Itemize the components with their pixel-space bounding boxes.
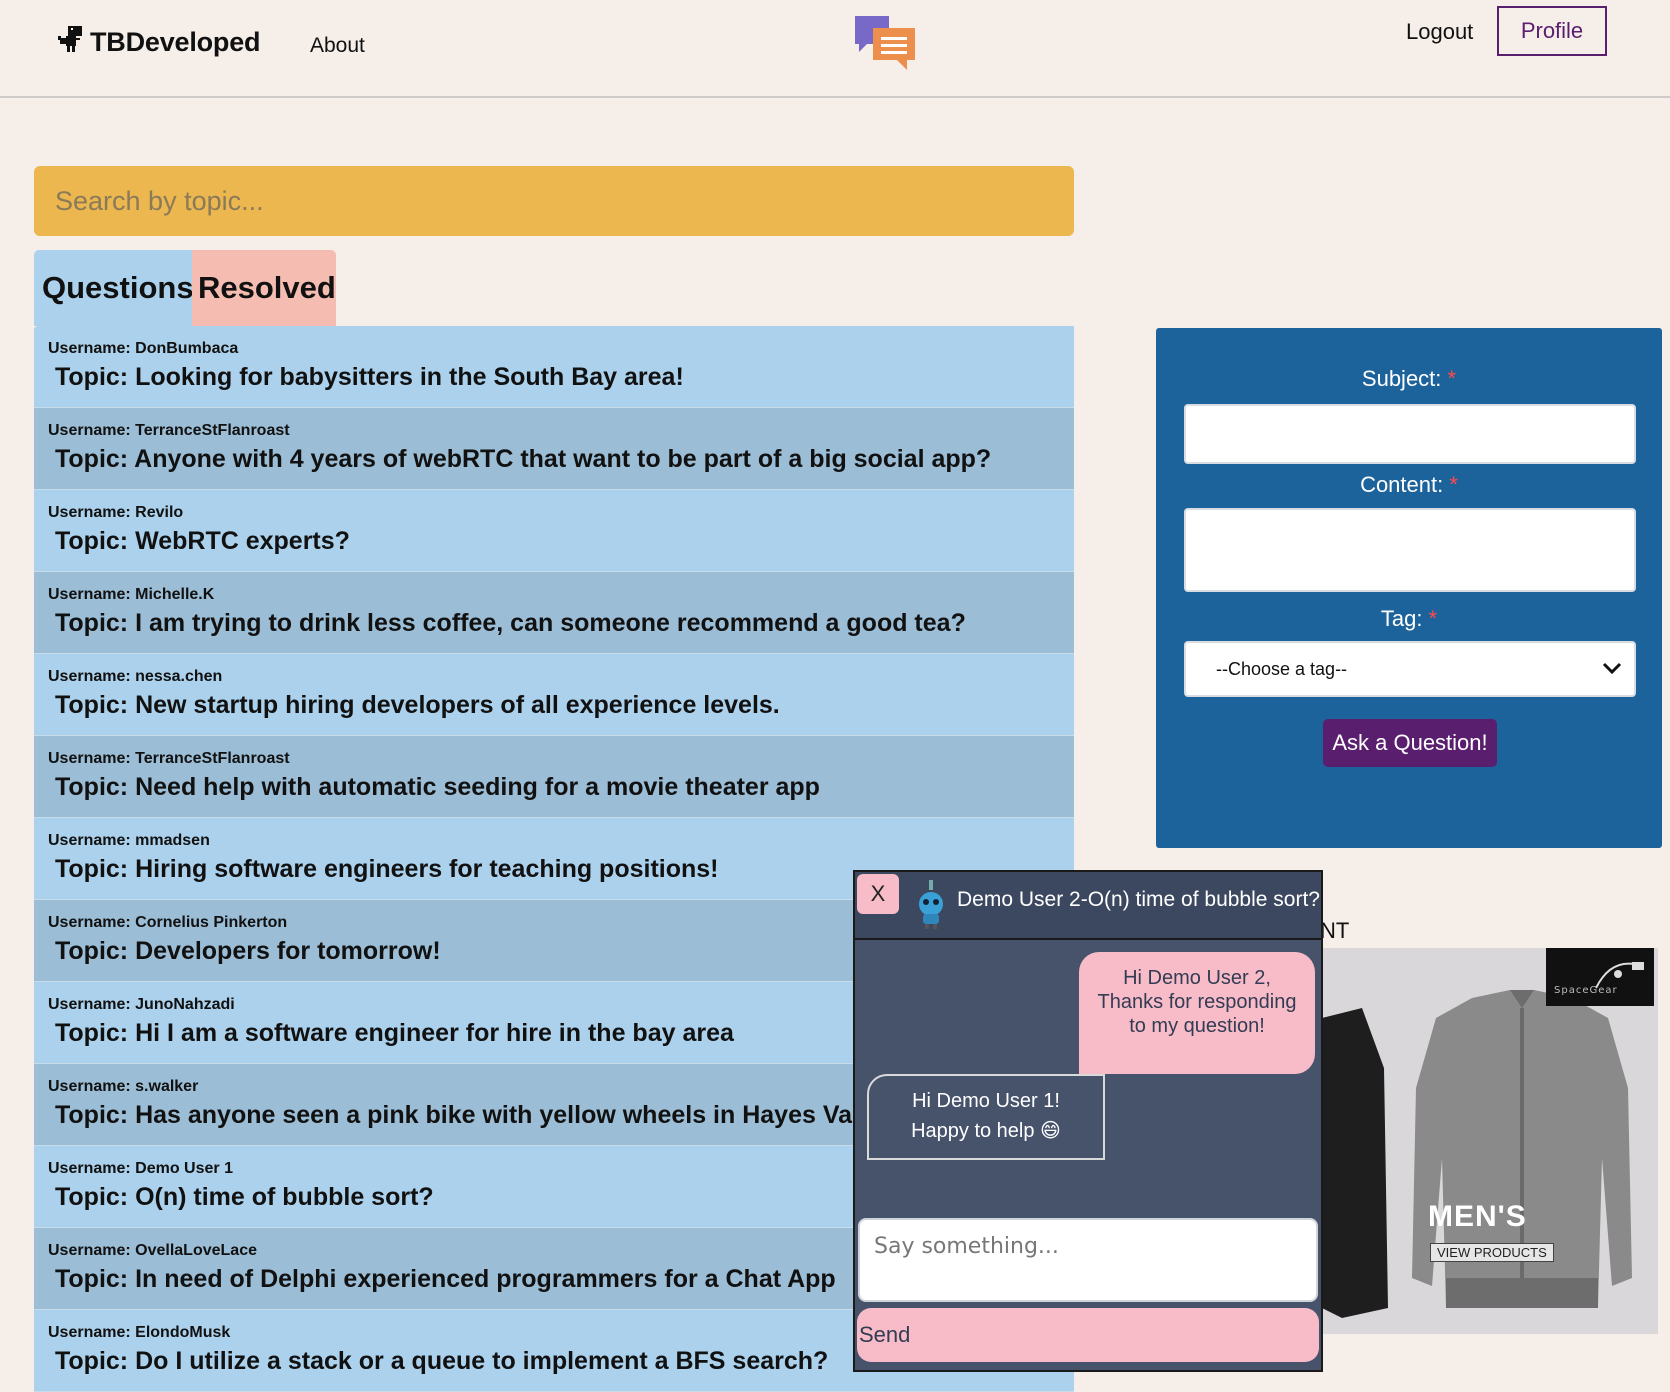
robot-avatar-icon bbox=[915, 880, 947, 935]
view-products-button[interactable]: VIEW PRODUCTS bbox=[1430, 1243, 1554, 1262]
profile-button[interactable]: Profile bbox=[1497, 6, 1607, 56]
tab-questions[interactable]: Questions bbox=[34, 250, 194, 326]
question-item[interactable]: Username: TerranceStFlanroast Topic: Any… bbox=[34, 408, 1074, 490]
ad-title: NT bbox=[1320, 918, 1350, 943]
chat-header: X Demo User 2-O(n) time of bubble sort? bbox=[855, 872, 1321, 940]
chat-bubbles-icon bbox=[853, 14, 917, 79]
brand-name: TBDeveloped bbox=[90, 27, 261, 57]
message-line: Happy to help 😄 bbox=[911, 1120, 1061, 1142]
question-topic: Topic: Looking for babysitters in the So… bbox=[55, 363, 684, 391]
question-item[interactable]: Username: Revilo Topic: WebRTC experts? bbox=[34, 490, 1074, 572]
spacegear-logo: SpaceGear bbox=[1546, 948, 1654, 1006]
ad-headline: MEN'S bbox=[1428, 1200, 1527, 1233]
question-username: Username: Revilo bbox=[48, 504, 184, 521]
subject-input[interactable] bbox=[1184, 404, 1636, 464]
search-placeholder: Search by topic... bbox=[55, 185, 264, 216]
question-topic: Topic: New startup hiring developers of … bbox=[55, 691, 780, 719]
subject-label-text: Subject: bbox=[1361, 366, 1442, 391]
question-username: Username: TerranceStFlanroast bbox=[48, 750, 290, 767]
logout-link[interactable]: Logout bbox=[1406, 19, 1473, 45]
tag-select-value: --Choose a tag-- bbox=[1216, 658, 1348, 679]
chat-message-sent: Hi Demo User 2, Thanks for responding to… bbox=[1079, 952, 1315, 1074]
chat-send-button[interactable]: Send bbox=[857, 1308, 1319, 1362]
chat-message-input[interactable]: Say something... bbox=[858, 1218, 1318, 1302]
question-item[interactable]: Username: nessa.chen Topic: New startup … bbox=[34, 654, 1074, 736]
tag-label: Tag: * bbox=[1156, 606, 1662, 632]
topic-search-input[interactable]: Search by topic... bbox=[34, 166, 1074, 236]
question-topic: Topic: WebRTC experts? bbox=[55, 527, 350, 555]
top-navbar: TBDeveloped About Logout Profile bbox=[0, 0, 1670, 98]
chat-title: Demo User 2-O(n) time of bubble sort? bbox=[957, 888, 1320, 911]
required-mark: * bbox=[1447, 366, 1457, 391]
chat-message-received: Hi Demo User 1! Happy to help 😄 bbox=[867, 1074, 1105, 1160]
content-textarea[interactable] bbox=[1184, 508, 1636, 592]
ask-question-form: Subject: * Content: * Tag: * --Choose a … bbox=[1156, 328, 1662, 848]
nav-about[interactable]: About bbox=[310, 34, 365, 58]
question-username: Username: TerranceStFlanroast bbox=[48, 422, 290, 439]
chevron-down-icon bbox=[1602, 659, 1622, 680]
question-topic: Topic: I am trying to drink less coffee,… bbox=[55, 609, 966, 637]
question-tabs: Questions Resolved bbox=[34, 250, 336, 326]
ad-brand: SpaceGear bbox=[1554, 985, 1618, 996]
required-mark: * bbox=[1449, 472, 1458, 497]
question-topic: Topic: Need help with automatic seeding … bbox=[55, 773, 820, 801]
content-label: Content: * bbox=[1156, 472, 1662, 498]
content-label-text: Content: bbox=[1360, 472, 1444, 497]
question-item[interactable]: Username: DonBumbaca Topic: Looking for … bbox=[34, 326, 1074, 408]
question-item[interactable]: Username: Michelle.K Topic: I am trying … bbox=[34, 572, 1074, 654]
question-username: Username: mmadsen bbox=[48, 832, 210, 849]
chat-window: X Demo User 2-O(n) time of bubble sort? … bbox=[853, 870, 1323, 1372]
ask-question-button[interactable]: Ask a Question! bbox=[1323, 719, 1497, 767]
dino-icon bbox=[58, 26, 84, 59]
question-username: Username: Michelle.K bbox=[48, 586, 215, 603]
question-username: Username: DonBumbaca bbox=[48, 340, 239, 357]
ad-banner[interactable]: SpaceGear MEN'S VIEW PRODUCTS bbox=[1322, 948, 1658, 1334]
tab-resolved[interactable]: Resolved bbox=[192, 250, 336, 326]
message-line: Hi Demo User 1! bbox=[912, 1090, 1060, 1112]
chat-close-button[interactable]: X bbox=[857, 874, 899, 914]
chat-input-placeholder: Say something... bbox=[874, 1234, 1059, 1259]
question-username: Username: nessa.chen bbox=[48, 668, 223, 685]
tag-label-text: Tag: bbox=[1380, 606, 1423, 631]
subject-label: Subject: * bbox=[1156, 366, 1662, 392]
question-item[interactable]: Username: TerranceStFlanroast Topic: Nee… bbox=[34, 736, 1074, 818]
required-mark: * bbox=[1428, 606, 1438, 631]
tag-select[interactable]: --Choose a tag-- bbox=[1184, 641, 1636, 697]
brand-link[interactable]: TBDeveloped bbox=[58, 26, 261, 59]
question-topic: Topic: Anyone with 4 years of webRTC tha… bbox=[55, 445, 992, 473]
